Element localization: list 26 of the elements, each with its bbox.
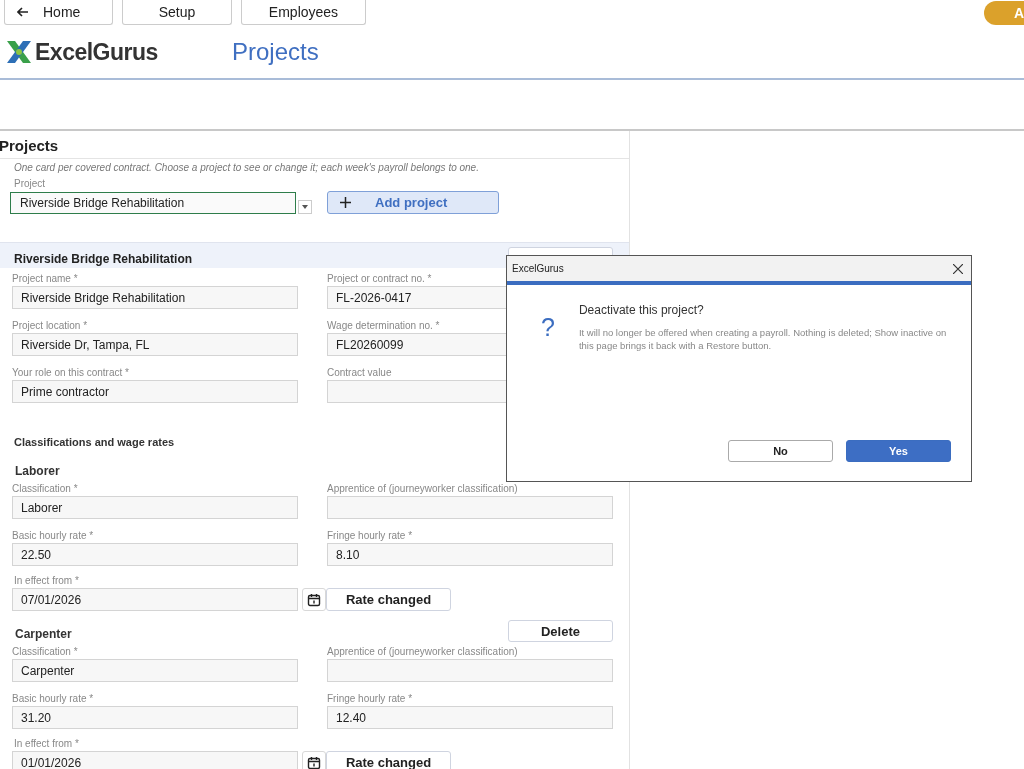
- field-label: In effect from *: [13, 737, 79, 751]
- card-title: Riverside Bridge Rehabilitation: [14, 252, 193, 268]
- field-label: Classification *: [12, 482, 78, 496]
- page-title: Projects: [232, 38, 319, 66]
- field-label: Wage determination no. *: [327, 319, 440, 333]
- brand-name: ExcelGurus: [35, 38, 158, 66]
- field-label: Contract value: [327, 366, 392, 380]
- dialog-title: ExcelGurus: [512, 263, 564, 274]
- subsection-heading: Classifications and wage rates: [13, 435, 175, 448]
- classification-name: Laborer: [15, 464, 60, 478]
- field-label: In effect from *: [13, 574, 79, 588]
- field-label: Project location *: [12, 319, 88, 333]
- field-label: Fringe hourly rate *: [327, 692, 413, 706]
- field-label: Project: [13, 177, 46, 191]
- field-label: Your role on this contract *: [12, 366, 129, 380]
- field-label: Apprentice of (journeyworker classification): [327, 645, 518, 659]
- field-label: Apprentice of (journeyworker classification): [327, 482, 518, 496]
- field-label: Fringe hourly rate *: [327, 529, 413, 543]
- field-label: Basic hourly rate *: [12, 692, 94, 706]
- field-label: Basic hourly rate *: [12, 529, 94, 543]
- field-label: Classification *: [12, 645, 78, 659]
- section-title: Projects: [0, 131, 629, 159]
- classification-name: Carpenter: [15, 627, 72, 641]
- hint-text: One card per covered contract. Choose a project to see or change it; each week's payroll belongs to one.: [13, 161, 480, 173]
- field-label: Project or contract no. *: [327, 272, 432, 286]
- field-label: Project name *: [12, 272, 78, 286]
